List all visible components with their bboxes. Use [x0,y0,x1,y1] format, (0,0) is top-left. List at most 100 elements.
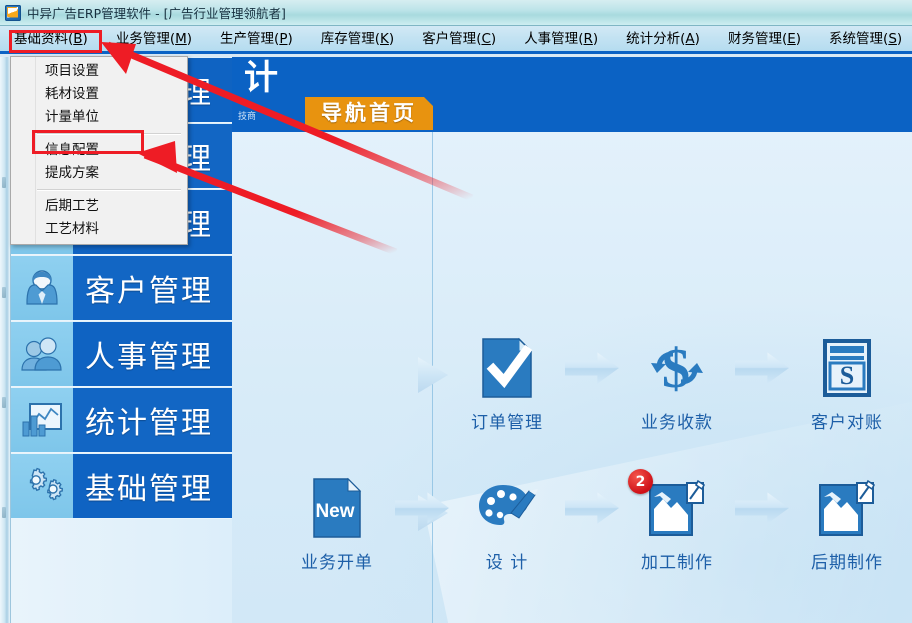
menu-item-2[interactable]: 业务管理(M) [102,27,206,51]
menu-bar: 基础资料(B) 业务管理(M) 生产管理(P) 库存管理(K) 客户管理(C) 人事管理(… [0,26,912,54]
dollar-icon: $ [647,335,707,401]
bar-chart-icon-glyph [20,398,64,442]
notification-badge: 2 [628,469,653,494]
menu-item-8[interactable]: 财务管理(E) [714,27,815,51]
dropdown-separator [37,133,181,135]
menu-accel-key: C [481,30,491,47]
menu-item-label: 系统管理 [829,30,884,47]
dropdown-item-3[interactable]: 计量单位 [11,106,187,129]
brand-mark: 计 [244,58,278,98]
statement-icon: S [817,335,877,401]
rail-grip [2,177,6,188]
right-arrow-icon [565,492,619,524]
menu-item-label: 财务管理 [727,30,782,47]
workflow-row-production: New 业务开单 设 计 2 加工制作 后期制作 [288,469,896,573]
rail-grip [2,397,6,408]
menu-item-label: 生产管理 [220,30,275,47]
rail-grip [2,507,6,518]
workflow-arrow [556,475,628,541]
dropdown-menu-basic-data[interactable]: 项目设置 耗材设置 计量单位信息配置 提成方案后期工艺 工艺材料 [10,56,188,245]
menu-accel-key: E [787,30,796,47]
brand-subtext: 技商 [238,112,257,122]
menu-item-label: 客户管理 [422,30,477,47]
tab-navigation-home[interactable]: 导航首页 [305,97,433,130]
document-check-icon [477,335,537,401]
menu-accel-key: M [175,30,187,47]
window-title: 中异广告ERP管理软件 - [广告行业管理领航者] [27,6,286,21]
menu-item-label: 统计分析 [626,30,681,47]
user-tie-icon [11,255,73,320]
dropdown-item-6[interactable]: 提成方案 [11,162,187,185]
workflow-arrow [726,475,798,541]
menu-item-accel: (M) [169,30,193,47]
stage-marker-icon [418,357,448,393]
workflow-node-业务开单[interactable]: New 业务开单 [288,475,386,573]
dropdown-item-5[interactable]: 信息配置 [11,139,187,162]
user-tie-icon-glyph [20,266,64,310]
right-arrow-icon [395,492,449,524]
application-window: 中异广告ERP管理软件 - [广告行业管理领航者] 基础资料(B) 业务管理(M)… [0,0,912,623]
dropdown-item-9[interactable]: 工艺材料 [11,218,187,241]
right-arrow-icon [565,352,619,384]
image-edit-icon [816,475,878,541]
sidebar-item-6[interactable]: 统计管理 [11,387,232,453]
menu-item-4[interactable]: 库存管理(K) [307,27,408,51]
menu-accel-key: P [279,30,288,47]
dropdown-item-1[interactable]: 项目设置 [11,60,187,83]
menu-item-label: 人事管理 [524,30,579,47]
svg-text:$: $ [662,338,690,399]
sidebar-item-4[interactable]: 客户管理 [11,255,232,321]
menu-item-6[interactable]: 人事管理(R) [510,27,612,51]
menu-item-accel: (C) [476,30,497,47]
right-arrow-icon [735,492,789,524]
menu-item-accel: (S) [883,30,903,47]
workflow-node-label: 订单管理 [471,413,543,433]
menu-accel-key: R [583,30,593,47]
dropdown-item-2[interactable]: 耗材设置 [11,83,187,106]
workflow-node-label: 业务收款 [641,413,713,433]
menu-accel-key: S [888,30,897,47]
sidebar-item-label: 人事管理 [73,321,232,386]
menu-item-accel: (B) [68,30,88,47]
workflow-node-设计[interactable]: 设 计 [458,475,556,573]
sidebar-item-label: 统计管理 [73,387,232,452]
menu-item-accel: (R) [578,30,599,47]
workflow-arrow [556,335,628,401]
app-logo-icon [5,4,21,21]
menu-item-1[interactable]: 基础资料(B) [0,27,102,51]
header-strip: 计 技商 导航首页 [232,57,912,132]
gears-icon [11,453,73,518]
workflow-node-业务收款[interactable]: $ 业务收款 [628,335,726,433]
menu-item-accel: (A) [680,30,700,47]
rail-grip [2,287,6,298]
menu-item-5[interactable]: 客户管理(C) [408,27,510,51]
menu-item-accel: (K) [374,30,395,47]
workflow-node-加工制作[interactable]: 2 加工制作 [628,469,726,573]
sidebar-item-label: 基础管理 [73,453,232,518]
menu-item-accel: (E) [781,30,802,47]
workflow-node-订单管理[interactable]: 订单管理 [458,335,556,433]
workflow-arrow [726,335,798,401]
menu-item-9[interactable]: 系统管理(S) [815,27,912,51]
two-people-icon-glyph [20,332,64,376]
image-edit-icon: 2 [628,469,708,541]
dropdown-item-8[interactable]: 后期工艺 [11,195,187,218]
workflow-node-label: 后期制作 [811,553,883,573]
menu-item-accel: (P) [274,30,293,47]
workflow-node-后期制作[interactable]: 后期制作 [798,475,896,573]
menu-item-7[interactable]: 统计分析(A) [612,27,714,51]
palette-icon [475,475,539,541]
menu-item-3[interactable]: 生产管理(P) [206,27,307,51]
workflow-node-label: 设 计 [485,553,529,573]
dropdown-separator [37,189,181,191]
sidebar-item-7[interactable]: 基础管理 [11,453,232,519]
sidebar-item-5[interactable]: 人事管理 [11,321,232,387]
workflow-arrow [386,475,458,541]
menu-accel-key: B [73,30,83,47]
bar-chart-icon [11,387,73,452]
workflow-node-客户对账[interactable]: S 客户对账 [798,335,896,433]
menu-item-label: 基础资料 [14,30,68,47]
title-bar: 中异广告ERP管理软件 - [广告行业管理领航者] [0,0,912,26]
menu-item-label: 库存管理 [320,30,375,47]
workflow-row-orders: 订单管理 $ 业务收款 S 客户对账 [458,335,896,433]
